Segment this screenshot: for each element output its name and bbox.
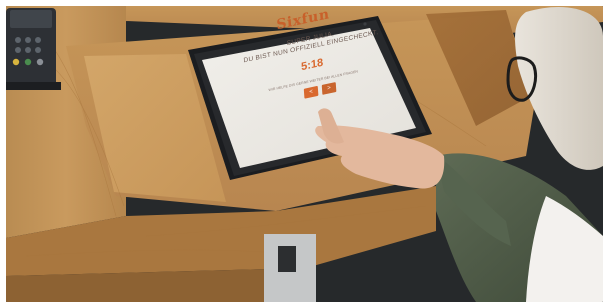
back-button[interactable]: < xyxy=(303,85,319,99)
brand-logo: Sixfun xyxy=(275,6,331,34)
photo: Sixfun SUPER JULIA, DU BIST NUN OFFIZIEL… xyxy=(6,6,603,302)
next-button[interactable]: > xyxy=(321,82,337,95)
tablet-stand xyxy=(264,234,316,302)
card-terminal xyxy=(6,8,61,90)
